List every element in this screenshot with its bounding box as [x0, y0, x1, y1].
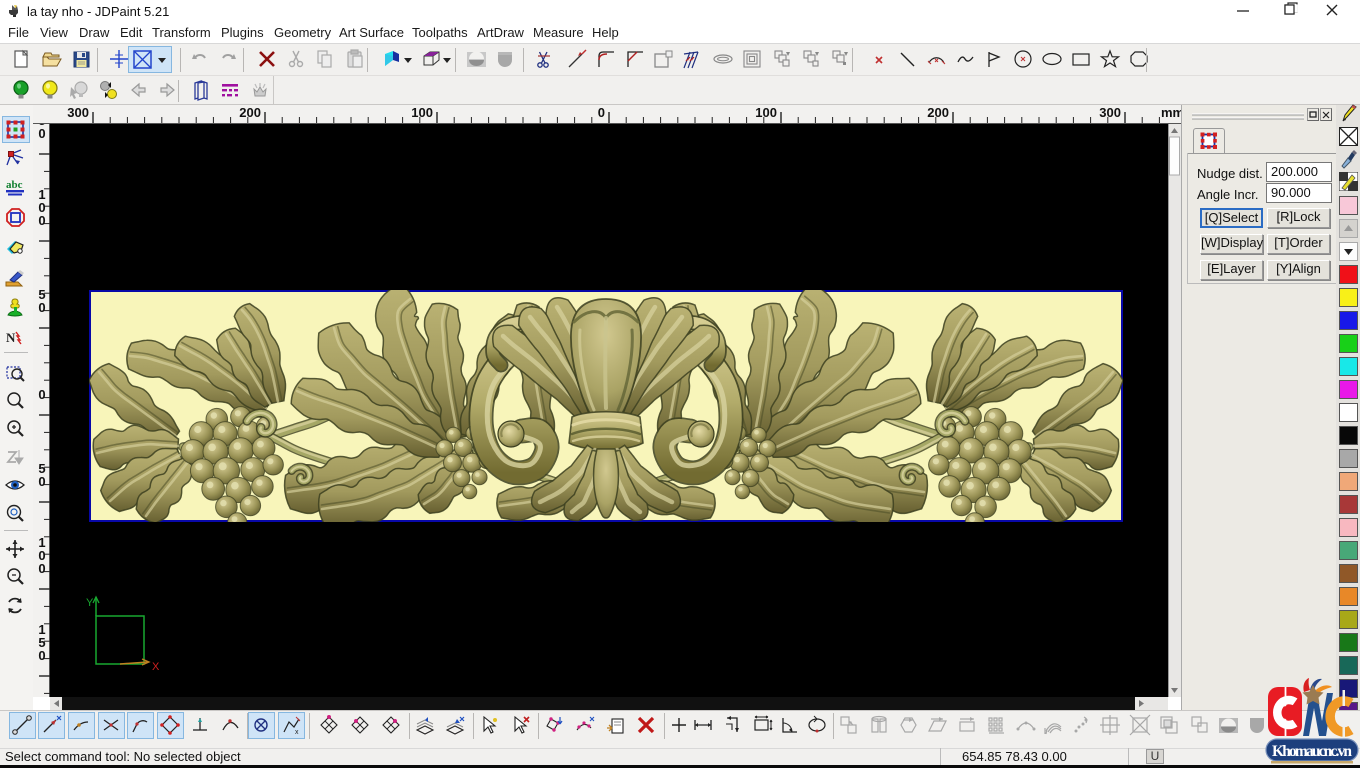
svg-text:X: X [152, 661, 160, 673]
svg-text:abc: abc [6, 179, 23, 191]
svg-text:Khomaucnc.vn: Khomaucnc.vn [1272, 743, 1352, 760]
svg-text:Y: Y [86, 597, 94, 609]
svg-text:N: N [6, 330, 16, 345]
svg-text:x: x [295, 729, 299, 736]
